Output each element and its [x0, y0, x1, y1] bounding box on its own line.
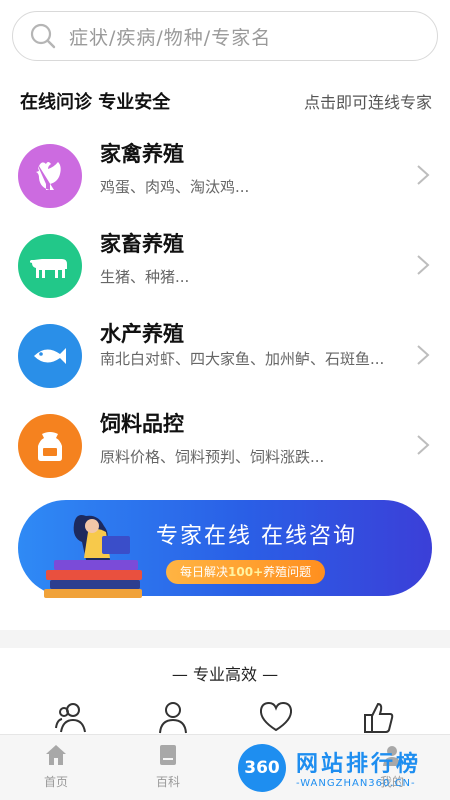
search-input[interactable]: 症状/疾病/物种/专家名: [69, 23, 271, 50]
heart-icon[interactable]: [258, 700, 294, 738]
home-icon: [46, 745, 66, 765]
category-livestock[interactable]: 家畜养殖 生猪、种猪...: [18, 226, 432, 306]
chevron-right-icon: [417, 165, 430, 185]
fish-icon: [18, 324, 82, 388]
group-users-icon[interactable]: [54, 700, 88, 738]
banner-tag: 每日解决100+养殖问题: [166, 560, 326, 584]
section-header: 在线问诊 专业安全 点击即可连线专家: [20, 86, 432, 116]
category-subtitle: 生猪、种猪...: [100, 268, 190, 286]
book-icon: [160, 745, 176, 765]
person-icon[interactable]: [156, 700, 190, 738]
tab-label: 百科: [155, 775, 180, 789]
features-title: — 专业高效 —: [171, 665, 279, 684]
banner-tag-prefix: 每日解决: [180, 565, 229, 579]
banner-title: 专家在线 在线咨询: [156, 524, 357, 549]
category-aquaculture[interactable]: 水产养殖 南北白对虾、四大家鱼、加州鲈、石斑鱼...: [18, 316, 432, 396]
cow-icon: [18, 234, 82, 298]
rooster-icon: [18, 144, 82, 208]
category-title: 家畜养殖: [100, 232, 184, 256]
chevron-right-icon: [417, 255, 430, 275]
category-subtitle: 原料价格、饲料预判、饲料涨跌...: [100, 448, 325, 466]
search-icon: [30, 23, 56, 49]
watermark-url: -WANGZHAN360.CN-: [296, 778, 416, 789]
expert-online-banner[interactable]: 专家在线 在线咨询 每日解决100+养殖问题: [18, 496, 432, 600]
feed-bag-icon: [18, 414, 82, 478]
category-poultry[interactable]: 家禽养殖 鸡蛋、肉鸡、淘汰鸡...: [18, 136, 432, 216]
watermark-badge: 360: [238, 744, 286, 792]
watermark-title: 网站排行榜: [296, 752, 422, 777]
category-subtitle: 南北白对虾、四大家鱼、加州鲈、石斑鱼...: [100, 350, 385, 368]
category-title: 水产养殖: [100, 322, 184, 346]
tab-label: 首页: [43, 775, 68, 789]
tab-home[interactable]: 首页: [26, 743, 86, 790]
site-watermark: 360 网站排行榜 -WANGZHAN360.CN-: [236, 742, 450, 800]
search-bar[interactable]: 症状/疾病/物种/专家名: [12, 11, 438, 61]
section-divider: [0, 630, 450, 648]
features-icon-row: [0, 700, 450, 734]
thumbs-up-icon[interactable]: [362, 700, 396, 738]
category-title: 家禽养殖: [100, 142, 184, 166]
chevron-right-icon: [417, 345, 430, 365]
category-subtitle: 鸡蛋、肉鸡、淘汰鸡...: [100, 178, 250, 196]
banner-tag-number: 100+: [228, 565, 264, 579]
section-title: 在线问诊 专业安全: [20, 92, 171, 113]
reading-woman-illustration: [44, 515, 142, 598]
category-feed[interactable]: 饲料品控 原料价格、饲料预判、饲料涨跌...: [18, 406, 432, 486]
chevron-right-icon: [417, 435, 430, 455]
connect-expert-link[interactable]: 点击即可连线专家: [304, 89, 432, 113]
tab-encyclopedia[interactable]: 百科: [138, 743, 198, 790]
category-title: 饲料品控: [100, 412, 184, 436]
banner-tag-suffix: 养殖问题: [263, 565, 312, 579]
